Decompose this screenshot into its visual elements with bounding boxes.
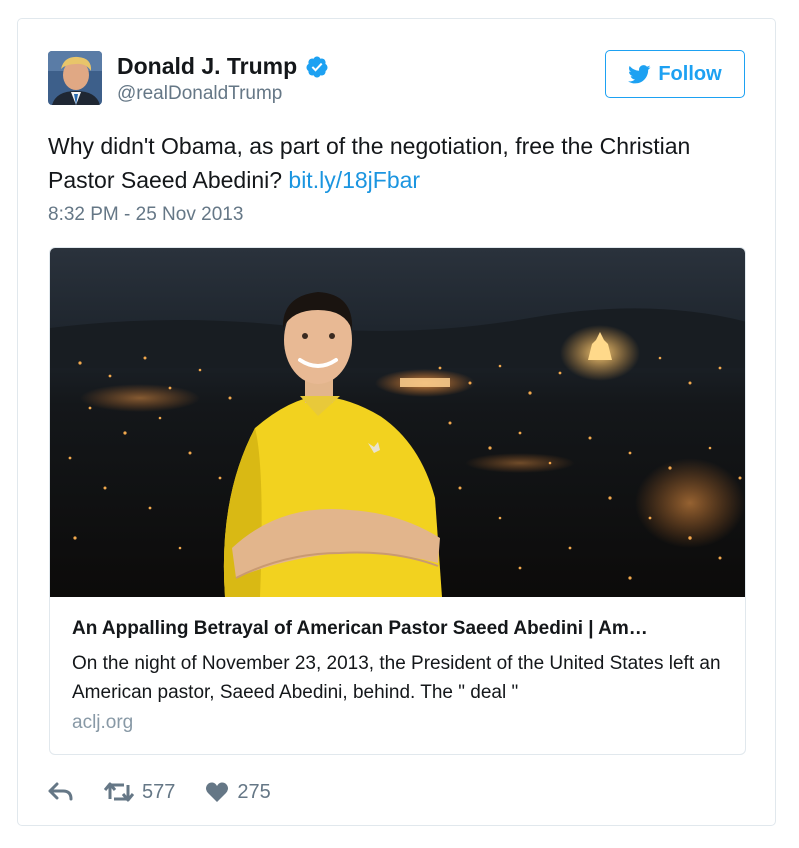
tweet-actions: 577 275 [48, 777, 271, 807]
reply-button[interactable] [48, 781, 74, 803]
author-handle[interactable]: @realDonaldTrump [117, 83, 282, 105]
tweet-timestamp[interactable]: 8:32 PM - 25 Nov 2013 [48, 204, 243, 226]
twitter-bird-icon [628, 64, 651, 83]
like-button[interactable]: 275 [205, 780, 271, 804]
card-description: On the night of November 23, 2013, the P… [72, 653, 721, 703]
author-name-row[interactable]: Donald J. Trump [117, 53, 329, 80]
follow-button[interactable]: Follow [605, 50, 745, 98]
card-title[interactable]: An Appalling Betrayal of American Pastor… [72, 618, 732, 640]
retweet-button[interactable]: 577 [104, 781, 175, 804]
like-count: 275 [237, 780, 271, 803]
retweet-icon [104, 782, 134, 802]
heart-icon [206, 782, 229, 802]
verified-badge-icon [305, 55, 329, 79]
card-domain: aclj.org [72, 712, 134, 733]
reply-icon [48, 782, 73, 801]
avatar[interactable] [48, 51, 102, 105]
tweet-text: Why didn't Obama, as part of the negotia… [48, 129, 748, 197]
retweet-count: 577 [142, 780, 176, 803]
author-name[interactable]: Donald J. Trump [117, 53, 297, 80]
follow-label: Follow [658, 62, 722, 85]
tweet-card: Donald J. Trump @realDonaldTrump Follow … [17, 18, 776, 826]
link-card[interactable]: An Appalling Betrayal of American Pastor… [49, 247, 746, 755]
card-image[interactable] [50, 248, 746, 597]
avatar-image [48, 51, 102, 105]
tweet-link[interactable]: bit.ly/18jFbar [288, 167, 420, 193]
